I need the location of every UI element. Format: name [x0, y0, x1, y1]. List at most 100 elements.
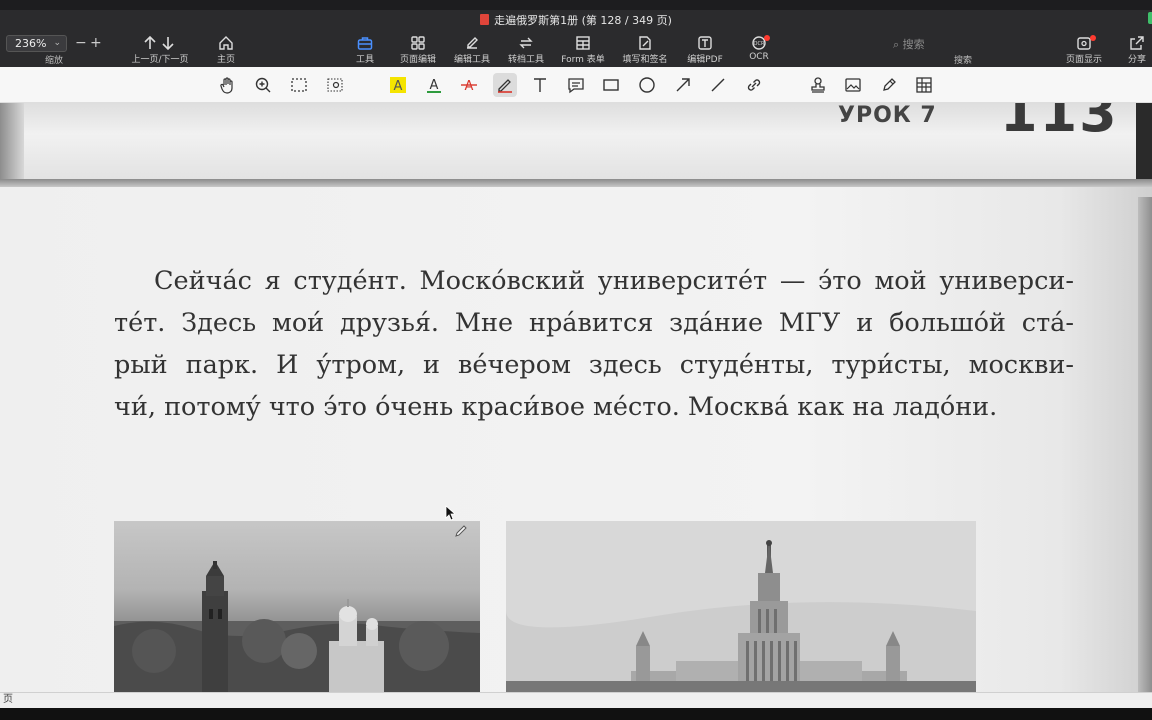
- fill-sign-label: 填写和签名: [622, 55, 668, 65]
- svg-text:A: A: [430, 78, 439, 93]
- highlight-tool-button[interactable]: A: [387, 74, 409, 96]
- sign-pen-icon: [883, 78, 896, 91]
- tools-label: 工具: [355, 55, 374, 65]
- share-button[interactable]: 分享: [1107, 32, 1152, 65]
- zoom-tool-button[interactable]: [252, 74, 274, 96]
- page-settings-icon: [1054, 32, 1114, 52]
- text-select-icon: [327, 78, 343, 92]
- text-box-icon: [675, 32, 735, 52]
- text-select-button[interactable]: [324, 74, 346, 96]
- notification-badge: [764, 35, 770, 41]
- home-label: 主页: [216, 55, 235, 65]
- edit-tools-tab[interactable]: 编辑工具: [442, 32, 502, 65]
- signature-icon: [615, 32, 675, 52]
- search-label: 搜索: [954, 56, 973, 66]
- stamp-icon: [811, 77, 825, 93]
- image-tool-button[interactable]: [842, 74, 864, 96]
- pen-cursor-icon: [455, 525, 467, 537]
- book-spine-shadow: [1138, 197, 1152, 692]
- ocr-tab[interactable]: OCR OCR: [729, 32, 789, 62]
- fill-sign-tab[interactable]: 填写和签名: [615, 32, 675, 65]
- table-grid-icon: [916, 77, 932, 93]
- zoom-select[interactable]: 236% ⌄: [6, 35, 67, 52]
- page-nav-buttons[interactable]: 上一页/下一页: [130, 32, 190, 65]
- form-tab[interactable]: Form 表单: [553, 32, 613, 65]
- note-tool-button[interactable]: [565, 74, 587, 96]
- search-icon: ⌕: [893, 38, 900, 51]
- link-tool-button[interactable]: [743, 74, 765, 96]
- search-input[interactable]: ⌕ 搜索: [893, 36, 925, 52]
- stamp-tool-button[interactable]: [807, 74, 829, 96]
- prev-next-arrows-icon: [130, 32, 190, 52]
- share-icon: [1107, 32, 1152, 52]
- status-text: 页: [3, 694, 13, 705]
- area-select-button[interactable]: [288, 74, 310, 96]
- status-indicator: [1148, 12, 1152, 24]
- edit-icon: [442, 32, 502, 52]
- previous-page-bottom: УРОК 7 113: [0, 103, 1152, 181]
- line-tool-button[interactable]: [707, 74, 729, 96]
- edit-pdf-label: 编辑PDF: [687, 55, 723, 65]
- table-tool-button[interactable]: [913, 74, 935, 96]
- status-bar: 页: [0, 692, 1152, 708]
- photo-msu-building: [506, 521, 976, 692]
- page-edge: [1136, 103, 1152, 181]
- convert-tools-tab[interactable]: 转档工具: [496, 32, 556, 65]
- bottom-edge: [0, 708, 1152, 720]
- text-color-icon: A: [427, 78, 441, 93]
- paragraph-line: чи́, потому́ что э́то о́чень краси́вое м…: [114, 392, 998, 422]
- document-viewport[interactable]: УРОК 7 113 Сейча́с я студе́нт. Моско́вск…: [0, 103, 1152, 692]
- home-button[interactable]: 主页: [196, 32, 256, 65]
- zoom-in-button[interactable]: +: [90, 35, 102, 51]
- ellipse-tool-button[interactable]: [636, 74, 658, 96]
- page-gap: [0, 179, 1152, 187]
- line-icon: [711, 78, 725, 92]
- table-icon: [553, 32, 613, 52]
- russian-text-paragraph: Сейча́с я студе́нт. Моско́вский универси…: [114, 260, 1074, 428]
- zoom-out-button[interactable]: −: [75, 35, 87, 51]
- signature-tool-button[interactable]: [878, 74, 900, 96]
- grid-icon: [388, 32, 448, 52]
- svg-text:A: A: [394, 79, 403, 94]
- arrow-tool-button[interactable]: [672, 74, 694, 96]
- paragraph-line: рый парк. И у́тром, и ве́чером здесь сту…: [114, 350, 1074, 380]
- main-toolbar: 走遍俄罗斯第1册 (第 128 / 349 页) 236% ⌄ − + 缩放 上…: [0, 0, 1152, 67]
- strikethrough-tool-button[interactable]: A: [458, 74, 480, 96]
- pen-icon: [498, 79, 512, 93]
- edit-pdf-tab[interactable]: 编辑PDF: [675, 32, 735, 65]
- search-placeholder: 搜索: [902, 38, 925, 51]
- link-icon: [747, 79, 761, 91]
- hand-icon: [220, 77, 233, 94]
- zoom-in-icon: [255, 77, 271, 93]
- page-edit-tab[interactable]: 页面编辑: [388, 32, 448, 65]
- page-number: 113: [1000, 103, 1119, 144]
- convert-icon: [496, 32, 556, 52]
- msu-illustration: [506, 521, 976, 692]
- rectangle-tool-button[interactable]: [600, 74, 622, 96]
- notification-badge: [1090, 35, 1096, 41]
- convert-tools-label: 转档工具: [507, 55, 544, 65]
- toolbox-icon: [335, 32, 395, 52]
- marquee-icon: [291, 78, 307, 92]
- text-color-tool-button[interactable]: A: [423, 74, 445, 96]
- pdf-file-icon: [480, 14, 490, 25]
- hand-tool-button[interactable]: [217, 74, 239, 96]
- towers-illustration: [114, 561, 480, 692]
- strikethrough-icon: A: [461, 79, 477, 94]
- paragraph-line: те́т. Здесь мои́ друзья́. Мне нра́вится …: [114, 308, 1074, 338]
- rectangle-icon: [603, 79, 619, 91]
- pen-tool-button[interactable]: [493, 73, 517, 97]
- annotation-toolbar: A A A: [0, 67, 1152, 103]
- page-shadow: [0, 103, 24, 181]
- circle-icon: [639, 77, 655, 93]
- form-label: Form 表单: [561, 55, 605, 65]
- tools-tab[interactable]: 工具: [335, 32, 395, 65]
- title-bar-strip: [0, 0, 1152, 10]
- page-content: Сейча́с я студе́нт. Моско́вский универси…: [0, 187, 1152, 692]
- image-icon: [845, 78, 861, 92]
- text-tool-button[interactable]: [529, 74, 551, 96]
- zoom-value: 236%: [15, 37, 47, 50]
- share-label: 分享: [1127, 55, 1146, 65]
- ocr-icon: OCR: [729, 32, 789, 52]
- page-display-button[interactable]: 页面显示: [1054, 32, 1114, 65]
